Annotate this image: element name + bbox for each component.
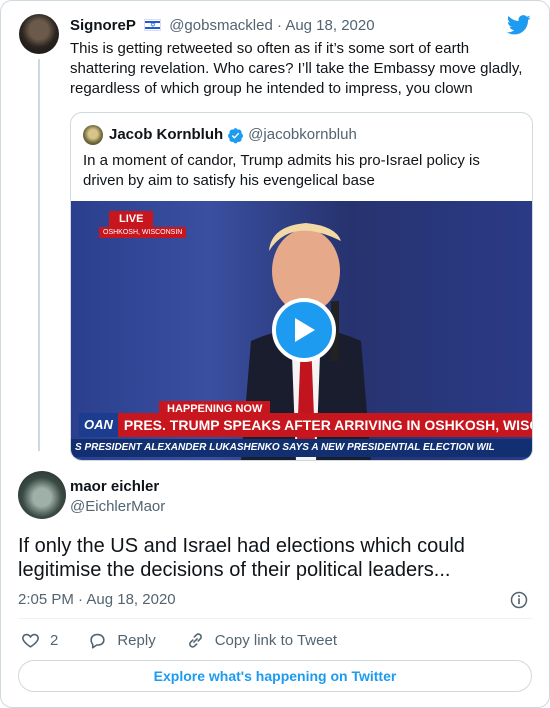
parent-avatar[interactable] bbox=[19, 14, 59, 54]
tweet-separator: · bbox=[78, 591, 84, 608]
quoted-tweet-text: In a moment of candor, Trump admits his … bbox=[83, 152, 480, 189]
network-logo: OAN bbox=[79, 413, 118, 437]
reply-icon bbox=[90, 633, 105, 649]
explore-button[interactable]: Explore what's happening on Twitter bbox=[18, 660, 532, 692]
like-count: 2 bbox=[50, 631, 59, 649]
quoted-avatar bbox=[83, 125, 103, 145]
parent-date[interactable]: Aug 18, 2020 bbox=[285, 17, 374, 34]
live-tag: LIVE bbox=[109, 211, 154, 227]
quoted-display-name: Jacob Kornbluh bbox=[109, 126, 224, 143]
author-avatar[interactable] bbox=[18, 471, 66, 519]
divider bbox=[18, 618, 532, 619]
author-display-name[interactable]: maor eichler bbox=[70, 478, 159, 496]
video-thumbnail[interactable]: LIVE OSHKOSH, WISCONSIN HAPPENING NOW OA… bbox=[71, 201, 532, 460]
tweet-embed-card: SignoreP ✡ @gobsmackled · Aug 18, 2020 T… bbox=[0, 0, 550, 708]
like-button[interactable]: 2 bbox=[21, 631, 58, 650]
verified-badge-icon bbox=[228, 127, 244, 143]
israel-flag-icon: ✡ bbox=[144, 19, 162, 31]
tweet-date: Aug 18, 2020 bbox=[86, 591, 176, 608]
tweet-actions: 2 Reply Copy link to Tweet bbox=[21, 629, 367, 651]
copy-link-button[interactable]: Copy link to Tweet bbox=[186, 631, 337, 650]
play-icon bbox=[295, 318, 315, 342]
parent-tweet-text: This is getting retweeted so often as if… bbox=[70, 40, 523, 97]
tweet-timestamp[interactable]: 2:05 PM · Aug 18, 2020 bbox=[18, 591, 176, 608]
tweet-text: If only the US and Israel had elections … bbox=[18, 535, 465, 581]
quoted-handle: @jacobkornbluh bbox=[248, 126, 357, 143]
copy-link-label: Copy link to Tweet bbox=[214, 631, 337, 649]
thread-connector bbox=[38, 59, 40, 451]
parent-display-name[interactable]: SignoreP bbox=[70, 17, 136, 34]
parent-tweet-header: SignoreP ✡ @gobsmackled · Aug 18, 2020 bbox=[70, 17, 375, 35]
parent-separator: · bbox=[276, 17, 282, 34]
location-tag: OSHKOSH, WISCONSIN bbox=[99, 227, 187, 238]
play-button[interactable] bbox=[272, 298, 336, 362]
news-ticker: S PRESIDENT ALEXANDER LUKASHENKO SAYS A … bbox=[71, 439, 532, 457]
info-icon[interactable] bbox=[509, 590, 529, 610]
quoted-tweet-header: Jacob Kornbluh @jacobkornbluh bbox=[83, 125, 357, 145]
reply-button[interactable]: Reply bbox=[88, 631, 156, 650]
reply-label: Reply bbox=[117, 631, 156, 649]
lower-third: OAN PRES. TRUMP SPEAKS AFTER ARRIVING IN… bbox=[79, 413, 532, 437]
tweet-time: 2:05 PM bbox=[18, 591, 74, 608]
link-icon bbox=[188, 632, 202, 648]
author-handle[interactable]: @EichlerMaor bbox=[70, 498, 165, 516]
parent-handle[interactable]: @gobsmackled bbox=[169, 17, 273, 34]
twitter-bird-icon[interactable] bbox=[507, 15, 531, 35]
video-headline: PRES. TRUMP SPEAKS AFTER ARRIVING IN OSH… bbox=[117, 413, 532, 437]
heart-icon bbox=[22, 633, 39, 648]
quoted-tweet[interactable]: Jacob Kornbluh @jacobkornbluh In a momen… bbox=[70, 112, 533, 461]
